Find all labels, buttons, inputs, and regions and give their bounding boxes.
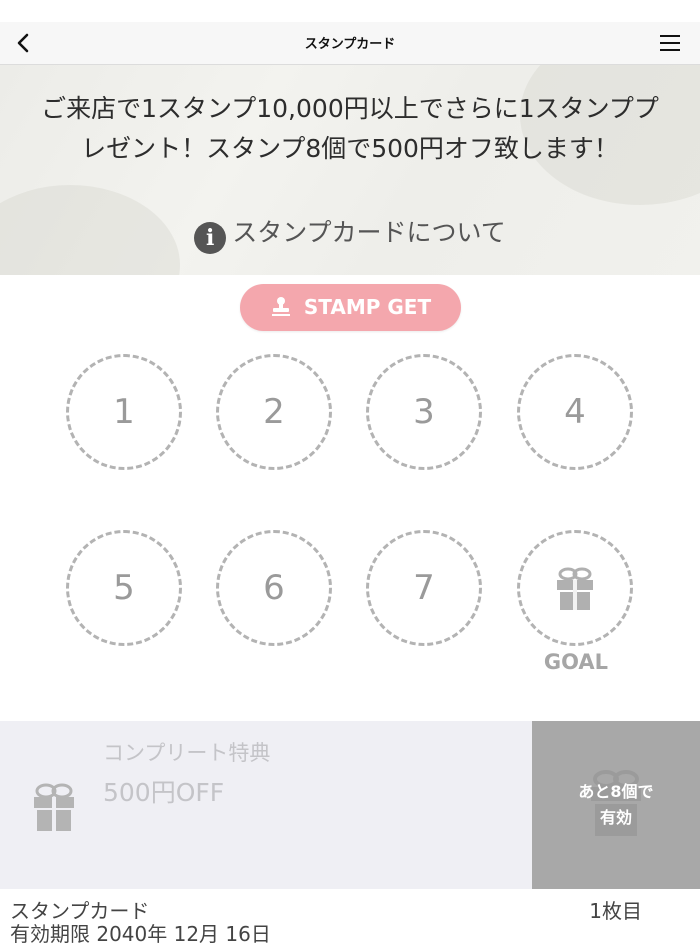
goal-label: GOAL [543,650,609,674]
hero-banner: ご来店で1スタンプ10,000円以上でさらに1スタンププレゼント！スタンプ8個で… [0,65,700,275]
reward-title: コンプリート特典 [103,741,271,765]
stamp-slot: 7 [366,530,482,646]
stamp-icon [271,297,290,316]
remaining-status: 有効 [599,808,632,827]
remaining-text: あと8個で 有効 [532,779,700,831]
stamp-get-button[interactable]: STAMP GET [240,284,461,331]
stamp-slot: 1 [66,354,182,470]
stamp-slot: 3 [366,354,482,470]
about-stamp-card-link[interactable]: i スタンプカードについて [0,213,700,254]
reward-value: 500円OFF [103,778,225,807]
remaining-status-panel: あと8個で 有効 [532,721,700,889]
stamp-slot: 4 [517,354,633,470]
stamp-slot: 2 [216,354,332,470]
page-title: スタンプカード [304,37,396,52]
remaining-count: あと8個で [578,782,654,801]
hamburger-menu-icon [660,35,680,51]
gift-icon [34,783,74,831]
stamp-slot: 5 [66,530,182,646]
about-link-label: スタンプカードについて [232,218,506,247]
expiry-date: 有効期限 2040年 12月 16日 [10,922,271,946]
navigation-bar: スタンプカード [0,22,700,65]
info-icon: i [194,222,227,254]
goal-slot [517,530,633,646]
stamp-get-label: STAMP GET [303,295,432,319]
stamp-slot: 6 [216,530,332,646]
menu-button[interactable] [658,32,684,54]
card-count: 1枚目 [589,899,642,923]
campaign-message: ご来店で1スタンプ10,000円以上でさらに1スタンププレゼント！スタンプ8個で… [41,94,659,163]
gift-icon [557,567,593,610]
status-bar [0,0,700,22]
complete-reward-panel: コンプリート特典 500円OFF [0,721,532,889]
